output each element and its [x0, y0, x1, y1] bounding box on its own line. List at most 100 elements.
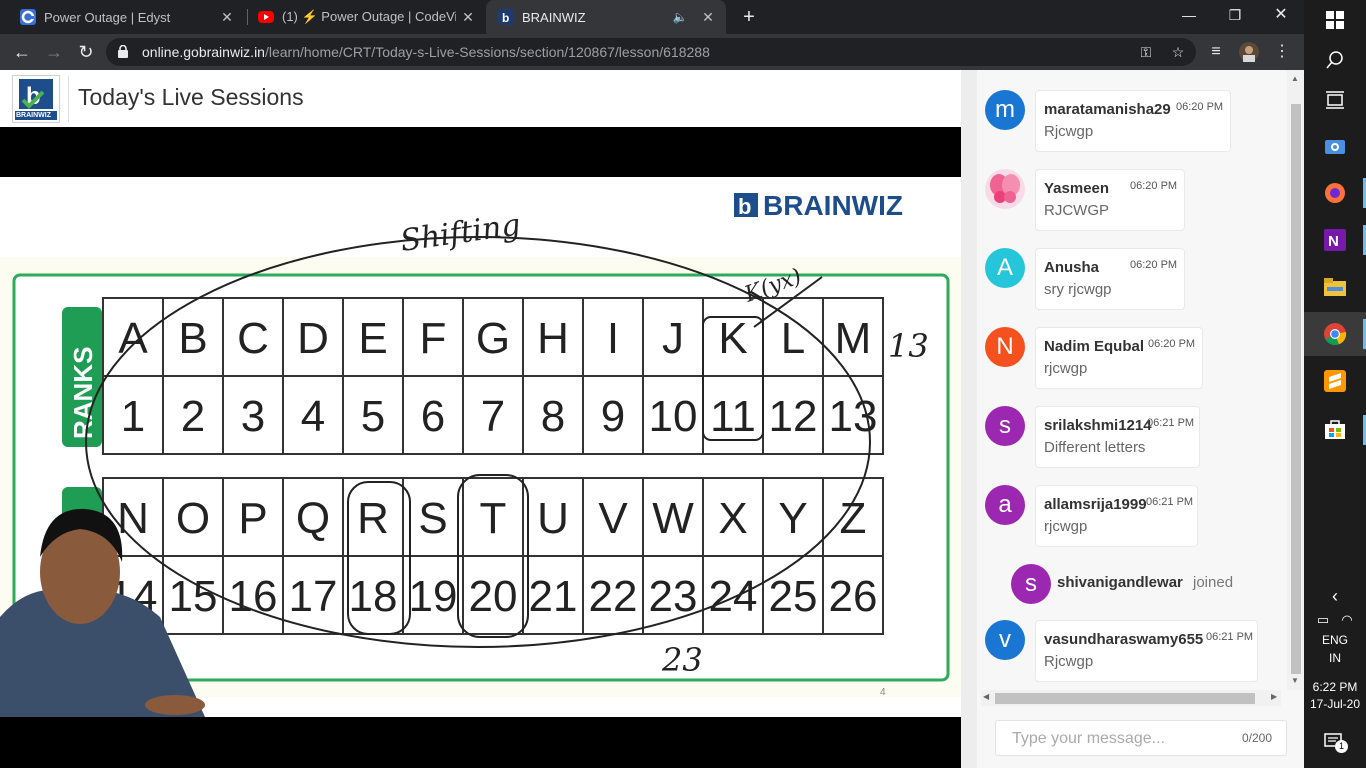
- battery-icon[interactable]: ▭: [1312, 606, 1334, 634]
- search-icon[interactable]: [1321, 46, 1349, 74]
- message-username: srilakshmi1214: [1044, 417, 1152, 434]
- close-window-button[interactable]: ✕: [1258, 0, 1304, 30]
- video-player[interactable]: RANKS b BRAINWIZ A 1 B 2 C 3 D 4 E 5 F 6 G 7 H 8 I 9 J 10 K 1…: [0, 127, 961, 768]
- store-icon[interactable]: [1321, 415, 1349, 443]
- rank-label: 11: [710, 392, 756, 441]
- message-username: Nadim Equbal: [1044, 338, 1145, 355]
- tab-codevita[interactable]: (1) ⚡ Power Outage | CodeVita ! ✕: [238, 0, 486, 34]
- rank-label: 17: [289, 572, 338, 621]
- minimize-button[interactable]: ―: [1166, 0, 1212, 30]
- page-title: Today's Live Sessions: [78, 84, 304, 110]
- scroll-right-arrow-icon[interactable]: ▶: [1271, 692, 1277, 701]
- letter-label: D: [297, 314, 329, 363]
- file-explorer-icon[interactable]: [1321, 273, 1349, 301]
- rank-label: 9: [601, 392, 625, 441]
- scroll-up-arrow-icon[interactable]: ▲: [1291, 74, 1299, 83]
- input-placeholder: Type your message...: [1012, 730, 1165, 747]
- forward-arrow-icon[interactable]: →: [40, 38, 68, 66]
- input-region[interactable]: IN: [1304, 651, 1366, 665]
- windows-start-icon[interactable]: [1321, 6, 1349, 34]
- url-path: /learn/home/CRT/Today-s-Live-Sessions/se…: [264, 44, 710, 60]
- chat-message-input[interactable]: Type your message... 0/200: [995, 720, 1287, 756]
- close-tab-icon[interactable]: ✕: [456, 9, 480, 26]
- letter-label: V: [598, 494, 628, 543]
- firefox-icon[interactable]: [1321, 179, 1349, 207]
- notification-icon[interactable]: 1: [1321, 728, 1349, 756]
- onenote-icon[interactable]: N: [1321, 226, 1349, 254]
- rank-label: 2: [181, 392, 205, 441]
- letter-label: G: [476, 314, 510, 363]
- svg-text:b: b: [502, 11, 509, 25]
- rank-label: 20: [469, 572, 518, 621]
- chat-horizontal-scrollbar[interactable]: ◀ ▶: [981, 690, 1281, 706]
- twentythree-annotation: 23: [661, 641, 703, 679]
- edyst-icon: [20, 9, 36, 25]
- close-tab-icon[interactable]: ✕: [215, 9, 239, 26]
- camera-app-icon[interactable]: [1321, 132, 1349, 160]
- rank-label: 10: [649, 392, 698, 441]
- tab-title: (1) ⚡ Power Outage | CodeVita !: [282, 9, 456, 24]
- slide-page-number: 4: [880, 687, 886, 698]
- clock-time[interactable]: 6:22 PM: [1304, 680, 1366, 694]
- notification-count: 1: [1335, 740, 1348, 753]
- youtube-icon: [258, 11, 274, 23]
- joined-username: shivanigandlewar: [1057, 574, 1183, 591]
- language-indicator[interactable]: ENG: [1304, 633, 1366, 647]
- wifi-icon[interactable]: ◠: [1336, 606, 1358, 634]
- more-menu-icon[interactable]: ⋮: [1272, 42, 1292, 62]
- rank-label: 1: [121, 392, 145, 441]
- rank-label: 12: [769, 392, 818, 441]
- avatar: s: [1011, 564, 1051, 604]
- lesson-slide: RANKS b BRAINWIZ A 1 B 2 C 3 D 4 E 5 F 6 G 7 H 8 I 9 J 10 K 1…: [0, 177, 961, 717]
- scroll-down-arrow-icon[interactable]: ▼: [1291, 676, 1299, 685]
- letter-label: T: [480, 494, 507, 543]
- reload-icon[interactable]: ↻: [72, 38, 100, 66]
- letter-label: B: [178, 314, 207, 363]
- rank-label: 6: [421, 392, 445, 441]
- key-icon[interactable]: ⚿: [1136, 42, 1156, 62]
- address-bar[interactable]: online.gobrainwiz.in/learn/home/CRT/Toda…: [106, 38, 1196, 66]
- message-username: Yasmeen: [1044, 180, 1110, 197]
- tab-strip: Power Outage | Edyst ✕ (1) ⚡ Power Outag…: [0, 0, 1304, 34]
- letter-label: Y: [778, 494, 807, 543]
- chat-hscroll-thumb[interactable]: [995, 693, 1255, 704]
- letter-label: E: [358, 314, 387, 363]
- media-control-icon[interactable]: ≡: [1206, 42, 1226, 62]
- chat-scroll-thumb[interactable]: [1291, 104, 1301, 674]
- tab-edyst[interactable]: Power Outage | Edyst ✕: [0, 0, 245, 34]
- joined-text: joined: [1193, 574, 1234, 591]
- message-bubble: Yasmeen 06:20 PM RJCWGP: [1035, 169, 1185, 231]
- chrome-icon[interactable]: [1304, 312, 1366, 356]
- chat-panel: m maratamanisha29 06:20 PM Rjcwgp Yasmee…: [961, 70, 1304, 768]
- message-time: 06:20 PM: [1130, 180, 1178, 192]
- message-text: rjcwgp: [1044, 360, 1088, 377]
- scroll-left-arrow-icon[interactable]: ◀: [983, 692, 989, 701]
- task-view-icon[interactable]: [1321, 86, 1349, 114]
- message-time: 06:20 PM: [1176, 101, 1224, 113]
- new-tab-button[interactable]: +: [738, 6, 760, 28]
- clock-date[interactable]: 17-Jul-20: [1304, 697, 1366, 711]
- brand-mark-letter: b: [738, 194, 751, 219]
- chat-vertical-scrollbar[interactable]: ▲ ▼: [1287, 70, 1304, 690]
- url-host: online.gobrainwiz.in: [142, 44, 265, 60]
- close-tab-icon[interactable]: ✕: [696, 9, 720, 26]
- maximize-button[interactable]: ❐: [1212, 0, 1258, 30]
- letter-label: P: [238, 494, 267, 543]
- svg-text:N: N: [1328, 233, 1339, 250]
- brainwiz-logo[interactable]: b BRAINWIZ: [12, 75, 60, 123]
- message-username: maratamanisha29: [1044, 101, 1171, 118]
- profile-avatar[interactable]: [1239, 42, 1259, 62]
- star-icon[interactable]: ☆: [1168, 42, 1188, 62]
- logo-text: BRAINWIZ: [16, 112, 51, 119]
- brainwiz-icon: b: [498, 9, 514, 25]
- speaker-icon[interactable]: 🔈: [670, 10, 690, 24]
- sublime-text-icon[interactable]: [1321, 367, 1349, 395]
- message-time: 06:21 PM: [1146, 496, 1194, 508]
- tab-brainwiz[interactable]: b BRAINWIZ 🔈 ✕: [486, 0, 726, 34]
- back-arrow-icon[interactable]: ←: [8, 38, 36, 66]
- rank-label: 15: [169, 572, 218, 621]
- rank-label: 22: [589, 572, 638, 621]
- letter-label: C: [237, 314, 269, 363]
- letter-label: R: [357, 494, 389, 543]
- message-time: 06:21 PM: [1147, 417, 1195, 429]
